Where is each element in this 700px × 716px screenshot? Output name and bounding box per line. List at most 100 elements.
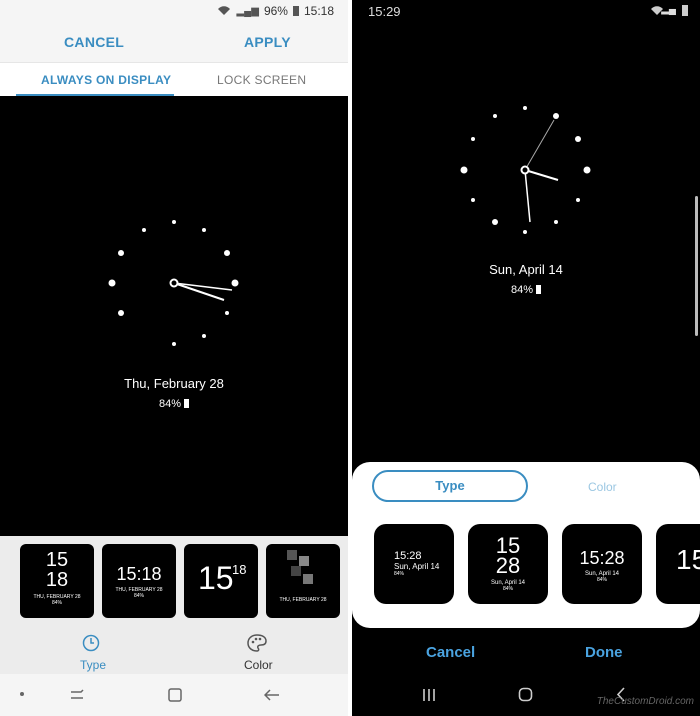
cube-pattern-icon xyxy=(287,550,313,584)
palette-icon xyxy=(247,634,267,652)
done-button[interactable]: Done xyxy=(585,644,623,661)
aod-preview: Sun, April 14 84% xyxy=(352,22,700,462)
battery-icon xyxy=(184,399,190,408)
recents-icon[interactable] xyxy=(422,688,436,702)
thumb-date: Sun, April 14 xyxy=(394,562,440,571)
aod-battery-text: 84% xyxy=(510,284,534,296)
thumb-battery: 84% xyxy=(51,600,62,606)
clock-dot xyxy=(118,310,124,316)
cancel-button[interactable]: Cancel xyxy=(426,644,475,661)
clock-dot xyxy=(202,228,206,232)
clock-style-option[interactable]: 15 18 THU, FEBRUARY 28 84% xyxy=(20,544,94,618)
clock-dot xyxy=(142,228,146,232)
left-screenshot: ▂▄▆ 96% 15:18 CANCEL APPLY ALWAYS ON DIS… xyxy=(0,0,348,716)
clock-style-option[interactable]: 15:28 Sun, April 14 84% xyxy=(374,524,454,604)
color-option[interactable]: Color xyxy=(244,658,273,672)
segment-color[interactable]: Color xyxy=(588,480,617,494)
apply-button[interactable]: APPLY xyxy=(244,34,291,50)
aod-date: Sun, April 14 xyxy=(489,262,563,277)
home-icon[interactable] xyxy=(518,687,533,702)
clock-dot xyxy=(225,311,229,315)
clock-dot xyxy=(575,136,581,142)
navigation-bar xyxy=(352,674,700,716)
clock-dot xyxy=(460,166,468,174)
dot-icon xyxy=(20,692,24,696)
clock-style-option[interactable]: 15 18 xyxy=(184,544,258,618)
clock-style-option[interactable]: 15 xyxy=(656,524,700,604)
aod-preview: Thu, February 28 84% xyxy=(0,96,348,536)
clock-dot xyxy=(576,198,580,202)
aod-date: Thu, February 28 xyxy=(124,376,224,391)
recents-icon[interactable] xyxy=(70,688,84,702)
type-option[interactable]: Type xyxy=(80,658,106,672)
analog-clock xyxy=(108,220,239,346)
cancel-button[interactable]: CANCEL xyxy=(64,34,124,50)
minute-hand xyxy=(524,169,531,223)
status-bar: 15:29 ▂▄ xyxy=(352,0,700,22)
clock-center xyxy=(520,165,530,175)
thumb-minute: 18 xyxy=(232,562,247,577)
home-icon[interactable] xyxy=(168,688,182,702)
clock-dot xyxy=(172,342,176,346)
thumb-time: 15:28 xyxy=(579,548,625,568)
segment-type[interactable]: Type xyxy=(372,470,528,502)
clock-dot xyxy=(554,220,558,224)
aod-battery: 84% xyxy=(0,398,348,410)
thumb-battery: 84% xyxy=(133,593,144,599)
aod-battery: 84% xyxy=(352,284,700,296)
clock-dot xyxy=(231,279,239,287)
thumb-battery: 84% xyxy=(394,571,405,577)
tab-bar: ALWAYS ON DISPLAY LOCK SCREEN xyxy=(0,62,348,97)
right-screenshot: 15:29 ▂▄ Sun, April 14 84% Type Color 15… xyxy=(352,0,700,716)
tab-lock-screen[interactable]: LOCK SCREEN xyxy=(217,73,306,87)
status-time: 15:29 xyxy=(368,4,401,19)
status-time: 15:18 xyxy=(303,4,334,18)
clock-style-option[interactable]: THU, FEBRUARY 28 xyxy=(266,544,340,618)
thumb-minute: 18 xyxy=(45,569,69,591)
back-icon[interactable] xyxy=(264,688,280,702)
clock-dot xyxy=(118,250,124,256)
clock-dot xyxy=(583,166,591,174)
hour-hand xyxy=(524,169,559,181)
thumb-hour: 15 xyxy=(198,560,234,596)
clock-dot xyxy=(108,279,116,287)
analog-clock xyxy=(460,106,591,234)
clock-style-option[interactable]: 15:28 Sun, April 14 84% xyxy=(562,524,642,604)
wifi-icon xyxy=(218,6,231,16)
action-bar: CANCEL APPLY xyxy=(0,22,348,62)
thumb-hour: 15 xyxy=(45,549,69,571)
battery-icon xyxy=(536,285,542,294)
battery-icon xyxy=(292,6,299,16)
options-sheet: Type Color 15:28 Sun, April 14 84% 15 28… xyxy=(352,462,700,628)
clock-style-option[interactable]: 15 28 Sun, April 14 84% xyxy=(468,524,548,604)
scrollbar[interactable] xyxy=(695,196,698,336)
clock-dot xyxy=(492,219,498,225)
clock-dot xyxy=(172,220,176,224)
clock-dot xyxy=(523,230,527,234)
clock-style-strip: 15 18 THU, FEBRUARY 28 84% 15:18 THU, FE… xyxy=(0,536,348,628)
clock-style-option[interactable]: 15:18 THU, FEBRUARY 28 84% xyxy=(102,544,176,618)
battery-percent: 96% xyxy=(263,4,288,18)
clock-icon xyxy=(82,634,100,652)
clock-dot xyxy=(493,114,497,118)
thumb-time: 15:28 xyxy=(394,550,422,562)
second-hand xyxy=(524,119,555,171)
battery-icon xyxy=(682,5,688,16)
thumb-date: THU, FEBRUARY 28 xyxy=(279,597,327,603)
thumb-minute: 28 xyxy=(495,553,521,578)
aod-battery-text: 84% xyxy=(158,398,182,410)
clock-dot xyxy=(471,198,475,202)
tab-always-on-display[interactable]: ALWAYS ON DISPLAY xyxy=(41,73,171,87)
clock-dot xyxy=(523,106,527,110)
navigation-bar xyxy=(0,674,348,716)
status-bar: ▂▄▆ 96% 15:18 xyxy=(0,0,348,22)
clock-dot xyxy=(224,250,230,256)
thumb-battery: 84% xyxy=(502,586,513,592)
watermark: TheCustomDroid.com xyxy=(596,696,694,707)
thumb-battery: 84% xyxy=(596,577,607,583)
thumb-hour: 15 xyxy=(676,544,700,575)
clock-dot xyxy=(471,137,475,141)
options-bar: Type Color xyxy=(0,628,348,674)
action-bar: Cancel Done xyxy=(352,628,700,674)
clock-dot xyxy=(202,334,206,338)
